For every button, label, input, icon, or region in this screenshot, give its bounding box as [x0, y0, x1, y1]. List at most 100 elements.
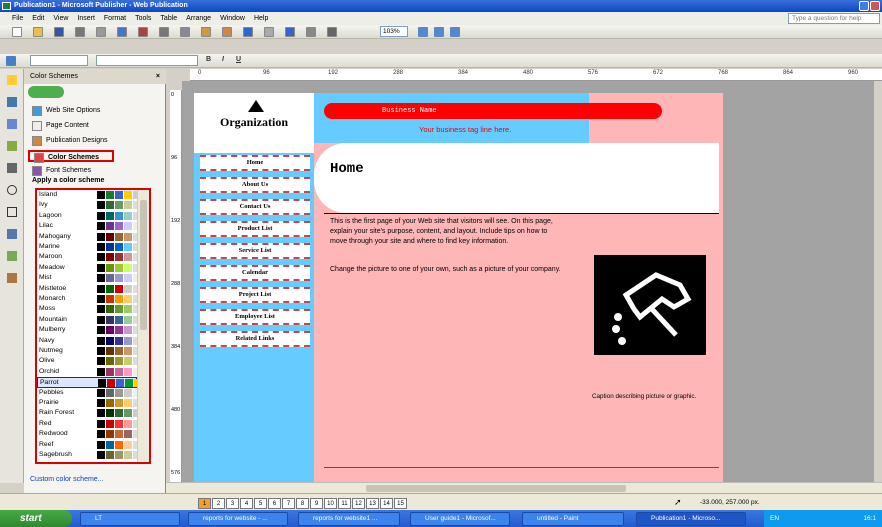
page-button[interactable]: 6: [268, 498, 281, 509]
page-button[interactable]: 11: [338, 498, 351, 509]
horizontal-scrollbar[interactable]: [166, 482, 882, 493]
columns-icon[interactable]: [306, 27, 316, 37]
scheme-monarch[interactable]: Monarch: [37, 294, 141, 304]
zoom-in-icon[interactable]: [434, 27, 444, 37]
task-pane-publication-designs[interactable]: Publication Designs: [32, 135, 107, 147]
ask-question-box[interactable]: Type a question for help: [788, 13, 880, 24]
scheme-redwood[interactable]: Redwood: [37, 429, 141, 439]
scheme-lagoon[interactable]: Lagoon: [37, 211, 141, 221]
scheme-list-scrollbar[interactable]: [137, 190, 149, 462]
scheme-prairie[interactable]: Prairie: [37, 398, 141, 408]
wordart-tool-icon[interactable]: [7, 141, 17, 151]
page-button[interactable]: 8: [296, 498, 309, 509]
bold-button[interactable]: B: [206, 56, 211, 63]
taskbar-task[interactable]: Publication1 - Microso...: [636, 512, 746, 526]
page-button[interactable]: 1: [198, 498, 211, 509]
page-button[interactable]: 12: [352, 498, 365, 509]
menu-edit[interactable]: Edit: [32, 15, 44, 22]
nav-button-calendar[interactable]: Calendar: [200, 265, 310, 281]
font-combo[interactable]: [96, 55, 198, 66]
open-icon[interactable]: [33, 27, 43, 37]
scheme-sagebrush[interactable]: Sagebrush: [37, 450, 141, 460]
page-button[interactable]: 7: [282, 498, 295, 509]
menu-format[interactable]: Format: [104, 15, 126, 22]
nav-button-employee-list[interactable]: Employee List: [200, 309, 310, 325]
scheme-mountain[interactable]: Mountain: [37, 315, 141, 325]
picture-hint-text[interactable]: Change the picture to one of your own, s…: [330, 265, 570, 275]
scheme-mistletoe[interactable]: Mistletoe: [37, 284, 141, 294]
page-button[interactable]: 13: [366, 498, 379, 509]
page-button[interactable]: 9: [310, 498, 323, 509]
copy-icon[interactable]: [180, 27, 190, 37]
new-icon[interactable]: [12, 27, 22, 37]
menu-table[interactable]: Table: [160, 15, 177, 22]
page-button[interactable]: 10: [324, 498, 337, 509]
nav-button-service-list[interactable]: Service List: [200, 243, 310, 259]
save-icon[interactable]: [54, 27, 64, 37]
undo-icon[interactable]: [243, 27, 253, 37]
restore-button[interactable]: [859, 1, 869, 11]
page-button[interactable]: 5: [254, 498, 267, 509]
picture-caption[interactable]: Caption describing picture or graphic.: [592, 393, 702, 401]
task-pane-web-site-options[interactable]: Web Site Options: [32, 105, 100, 117]
oval-tool-icon[interactable]: [7, 185, 17, 195]
nav-button-project-list[interactable]: Project List: [200, 287, 310, 303]
table-tool-icon[interactable]: [7, 119, 17, 129]
taskbar-task[interactable]: LT: [80, 512, 180, 526]
cut-icon[interactable]: [159, 27, 169, 37]
clip-art-tool-icon[interactable]: [7, 251, 17, 261]
print-icon[interactable]: [75, 27, 85, 37]
scheme-mulberry[interactable]: Mulberry: [37, 325, 141, 335]
line-tool-icon[interactable]: [7, 163, 17, 173]
task-pane-nav-buttons[interactable]: [28, 86, 64, 98]
menu-file[interactable]: File: [12, 15, 23, 22]
nav-button-contact-us[interactable]: Contact Us: [200, 199, 310, 215]
hammer-picture[interactable]: [594, 255, 706, 355]
underline-button[interactable]: U: [236, 56, 241, 63]
scheme-pebbles[interactable]: Pebbles: [37, 388, 141, 398]
page-button[interactable]: 15: [394, 498, 407, 509]
page-button[interactable]: 2: [212, 498, 225, 509]
scheme-island[interactable]: Island: [37, 190, 141, 200]
menu-arrange[interactable]: Arrange: [186, 15, 211, 22]
show-paragraph-icon[interactable]: [327, 27, 337, 37]
scheme-moss[interactable]: Moss: [37, 304, 141, 314]
scheme-navy[interactable]: Navy: [37, 336, 141, 346]
scheme-reef[interactable]: Reef: [37, 440, 141, 450]
paste-icon[interactable]: [201, 27, 211, 37]
spelling-icon[interactable]: [117, 27, 127, 37]
zoom-combo[interactable]: 103%: [380, 26, 408, 37]
italic-button[interactable]: I: [222, 56, 224, 63]
styles-icon[interactable]: [6, 56, 16, 66]
research-icon[interactable]: [138, 27, 148, 37]
taskbar-task[interactable]: User guide1 - Microsof...: [410, 512, 510, 526]
picture-tool-icon[interactable]: [7, 229, 17, 239]
hyperlink-icon[interactable]: [285, 27, 295, 37]
scheme-rain-forest[interactable]: Rain Forest: [37, 408, 141, 418]
page-button[interactable]: 14: [380, 498, 393, 509]
menu-help[interactable]: Help: [254, 15, 268, 22]
print-preview-icon[interactable]: [96, 27, 106, 37]
page-button[interactable]: 4: [240, 498, 253, 509]
scheme-marine[interactable]: Marine: [37, 242, 141, 252]
scrollbar-thumb[interactable]: [366, 485, 626, 492]
org-name[interactable]: Organization: [194, 115, 314, 130]
scheme-nutmeg[interactable]: Nutmeg: [37, 346, 141, 356]
task-pane-font-schemes[interactable]: Font Schemes: [32, 165, 91, 177]
scheme-lilac[interactable]: Lilac: [37, 221, 141, 231]
menu-window[interactable]: Window: [220, 15, 245, 22]
taskbar-task[interactable]: reports for website1 ...: [298, 512, 400, 526]
custom-color-scheme-link[interactable]: Custom color scheme...: [30, 476, 104, 483]
menu-view[interactable]: View: [53, 15, 68, 22]
taskbar-task[interactable]: reports for website - ...: [188, 512, 288, 526]
intro-text[interactable]: This is the first page of your Web site …: [330, 217, 566, 247]
nav-button-about-us[interactable]: About Us: [200, 177, 310, 193]
scheme-ivy[interactable]: Ivy: [37, 200, 141, 210]
business-name-banner[interactable]: Business Name: [324, 103, 662, 119]
nav-button-related-links[interactable]: Related Links: [200, 331, 310, 347]
task-pane-color-schemes[interactable]: Color Schemes: [28, 150, 114, 163]
taskbar-task[interactable]: untitled - Paint: [522, 512, 624, 526]
close-icon[interactable]: ×: [156, 69, 160, 84]
menu-tools[interactable]: Tools: [135, 15, 151, 22]
text-box-tool-icon[interactable]: [7, 97, 17, 107]
